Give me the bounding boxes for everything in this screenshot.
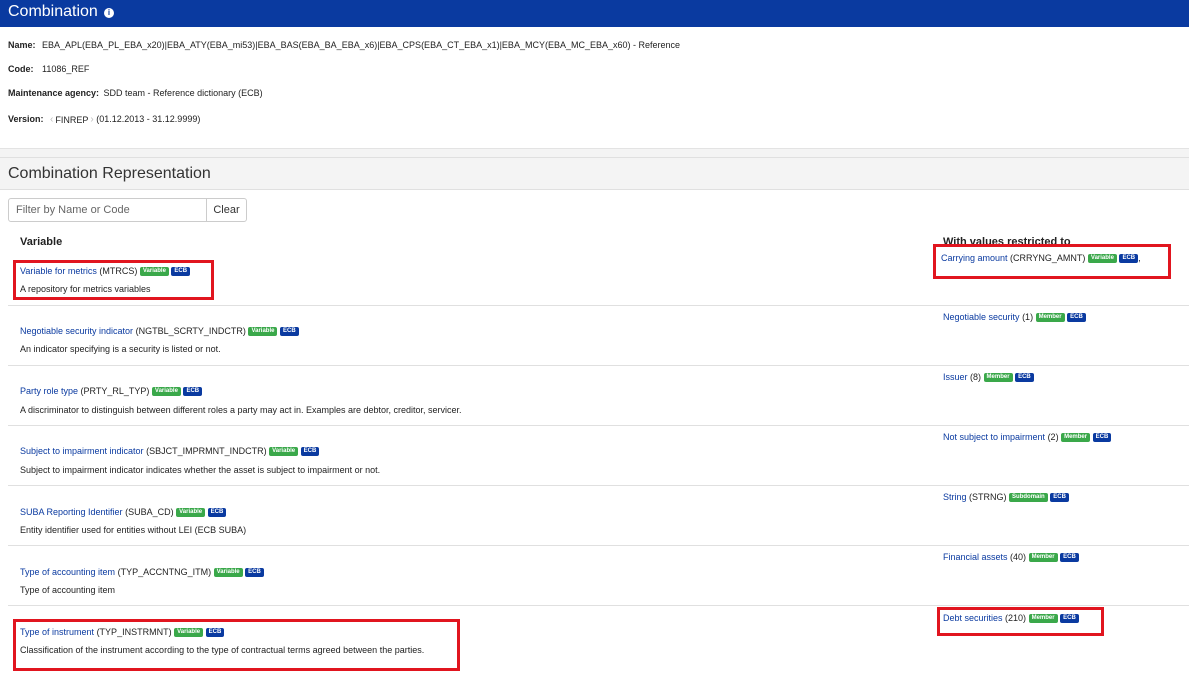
code-row: Code: 11086_REF — [8, 64, 89, 74]
variable-code: (SUBA_CD) — [125, 507, 174, 517]
table-row: Party role type (PRTY_RL_TYP) Variable E… — [8, 366, 1189, 426]
section-title: Combination Representation — [8, 165, 211, 182]
variable-cell: Subject to impairment indicator (SBJCT_I… — [20, 446, 320, 457]
owner-badge: ECB — [183, 387, 203, 397]
type-badge: Variable — [269, 447, 299, 457]
version-label: Version: — [8, 114, 44, 124]
owner-badge: ECB — [300, 447, 320, 457]
value-type-badge: Subdomain — [1009, 493, 1048, 503]
value-cell: Negotiable security (1) Member ECB — [943, 312, 1086, 323]
variable-link[interactable]: Party role type — [20, 386, 78, 396]
variable-description: Subject to impairment indicator indicate… — [20, 465, 381, 475]
chevron-left-icon[interactable]: ‹ — [50, 114, 53, 125]
variable-cell: Negotiable security indicator (NGTBL_SCR… — [20, 326, 299, 337]
value-cell: Financial assets (40) Member ECB — [943, 552, 1079, 563]
highlight-box — [13, 619, 460, 671]
info-icon[interactable]: i — [104, 8, 114, 18]
type-badge: Variable — [176, 508, 206, 518]
value-code: (8) — [970, 372, 982, 382]
variable-description: Type of accounting item — [20, 585, 116, 595]
highlight-box — [13, 260, 214, 300]
value-type-badge: Member — [1035, 313, 1065, 323]
value-cell: Issuer (8) Member ECB — [943, 372, 1034, 383]
owner-badge: ECB — [279, 327, 299, 337]
version-range: (01.12.2013 - 31.12.9999) — [96, 114, 201, 124]
version-name: FINREP — [55, 114, 89, 125]
value-owner-badge: ECB — [1015, 373, 1034, 383]
code-value: 11086_REF — [42, 64, 90, 74]
version-row: Version: ‹ FINREP › (01.12.2013 - 31.12.… — [8, 114, 200, 125]
variable-link[interactable]: Type of accounting item — [20, 567, 115, 577]
variable-description: An indicator specifying is a security is… — [20, 344, 221, 354]
chevron-right-icon[interactable]: › — [90, 114, 93, 125]
variable-cell: SUBA Reporting Identifier (SUBA_CD) Vari… — [20, 507, 227, 518]
variable-code: (SBJCT_IMPRMNT_INDCTR) — [146, 446, 267, 456]
table-row: SUBA Reporting Identifier (SUBA_CD) Vari… — [8, 486, 1189, 546]
type-badge: Variable — [151, 387, 181, 397]
table-row: Negotiable security indicator (NGTBL_SCR… — [8, 306, 1189, 366]
owner-badge: ECB — [207, 508, 227, 518]
value-type-badge: Member — [1028, 553, 1058, 563]
value-owner-badge: ECB — [1050, 493, 1069, 503]
value-code: (40) — [1010, 552, 1027, 562]
variable-description: Entity identifier used for entities with… — [20, 525, 247, 535]
variable-code: (PRTY_RL_TYP) — [80, 386, 150, 396]
variable-link[interactable]: Subject to impairment indicator — [20, 446, 144, 456]
value-owner-badge: ECB — [1060, 553, 1079, 563]
value-type-badge: Member — [983, 373, 1013, 383]
value-cell: Not subject to impairment (2) Member ECB — [943, 432, 1112, 443]
variable-cell: Party role type (PRTY_RL_TYP) Variable E… — [20, 386, 203, 397]
filter-input[interactable] — [8, 198, 207, 222]
table-row: Subject to impairment indicator (SBJCT_I… — [8, 426, 1189, 486]
value-link[interactable]: Not subject to impairment — [943, 432, 1045, 442]
agency-label: Maintenance agency: — [8, 88, 100, 98]
type-badge: Variable — [213, 568, 243, 578]
variable-code: (NGTBL_SCRTY_INDCTR) — [135, 326, 246, 336]
highlight-box — [937, 607, 1104, 636]
value-code: (STRNG) — [969, 492, 1007, 502]
variable-code: (TYP_ACCNTNG_ITM) — [117, 567, 212, 577]
page-title: Combination — [8, 3, 98, 20]
combination-metadata: Name: EBA_APL(EBA_PL_EBA_x20)|EBA_ATY(EB… — [0, 27, 1189, 149]
value-link[interactable]: Issuer — [943, 372, 968, 382]
section-header: Combination Representation — [0, 157, 1189, 190]
value-type-badge: Member — [1061, 433, 1091, 443]
value-link[interactable]: Negotiable security — [943, 312, 1020, 322]
agency-row: Maintenance agency: SDD team - Reference… — [8, 88, 263, 98]
type-badge: Variable — [248, 327, 278, 337]
agency-value: SDD team - Reference dictionary (ECB) — [103, 88, 263, 98]
variable-description: A discriminator to distinguish between d… — [20, 405, 462, 415]
highlight-box — [933, 244, 1171, 279]
name-value: EBA_APL(EBA_PL_EBA_x20)|EBA_ATY(EBA_mi53… — [42, 40, 681, 50]
section-gap — [0, 149, 1189, 157]
value-code: (2) — [1047, 432, 1059, 442]
variable-link[interactable]: SUBA Reporting Identifier — [20, 507, 123, 517]
value-link[interactable]: Financial assets — [943, 552, 1008, 562]
value-link[interactable]: String — [943, 492, 967, 502]
name-label: Name: — [8, 40, 36, 50]
version-selector[interactable]: ‹ FINREP › — [50, 114, 94, 125]
table-row: Type of accounting item (TYP_ACCNTNG_ITM… — [8, 546, 1189, 606]
value-cell: String (STRNG) Subdomain ECB — [943, 492, 1069, 503]
variable-link[interactable]: Negotiable security indicator — [20, 326, 133, 336]
name-row: Name: EBA_APL(EBA_PL_EBA_x20)|EBA_ATY(EB… — [8, 40, 680, 50]
value-owner-badge: ECB — [1067, 313, 1086, 323]
value-owner-badge: ECB — [1092, 433, 1112, 443]
value-code: (1) — [1022, 312, 1034, 322]
code-label: Code: — [8, 64, 34, 74]
clear-button[interactable]: Clear — [206, 198, 247, 222]
variable-cell: Type of accounting item (TYP_ACCNTNG_ITM… — [20, 567, 264, 578]
top-bar: Combination i — [0, 0, 1189, 27]
owner-badge: ECB — [245, 568, 264, 578]
